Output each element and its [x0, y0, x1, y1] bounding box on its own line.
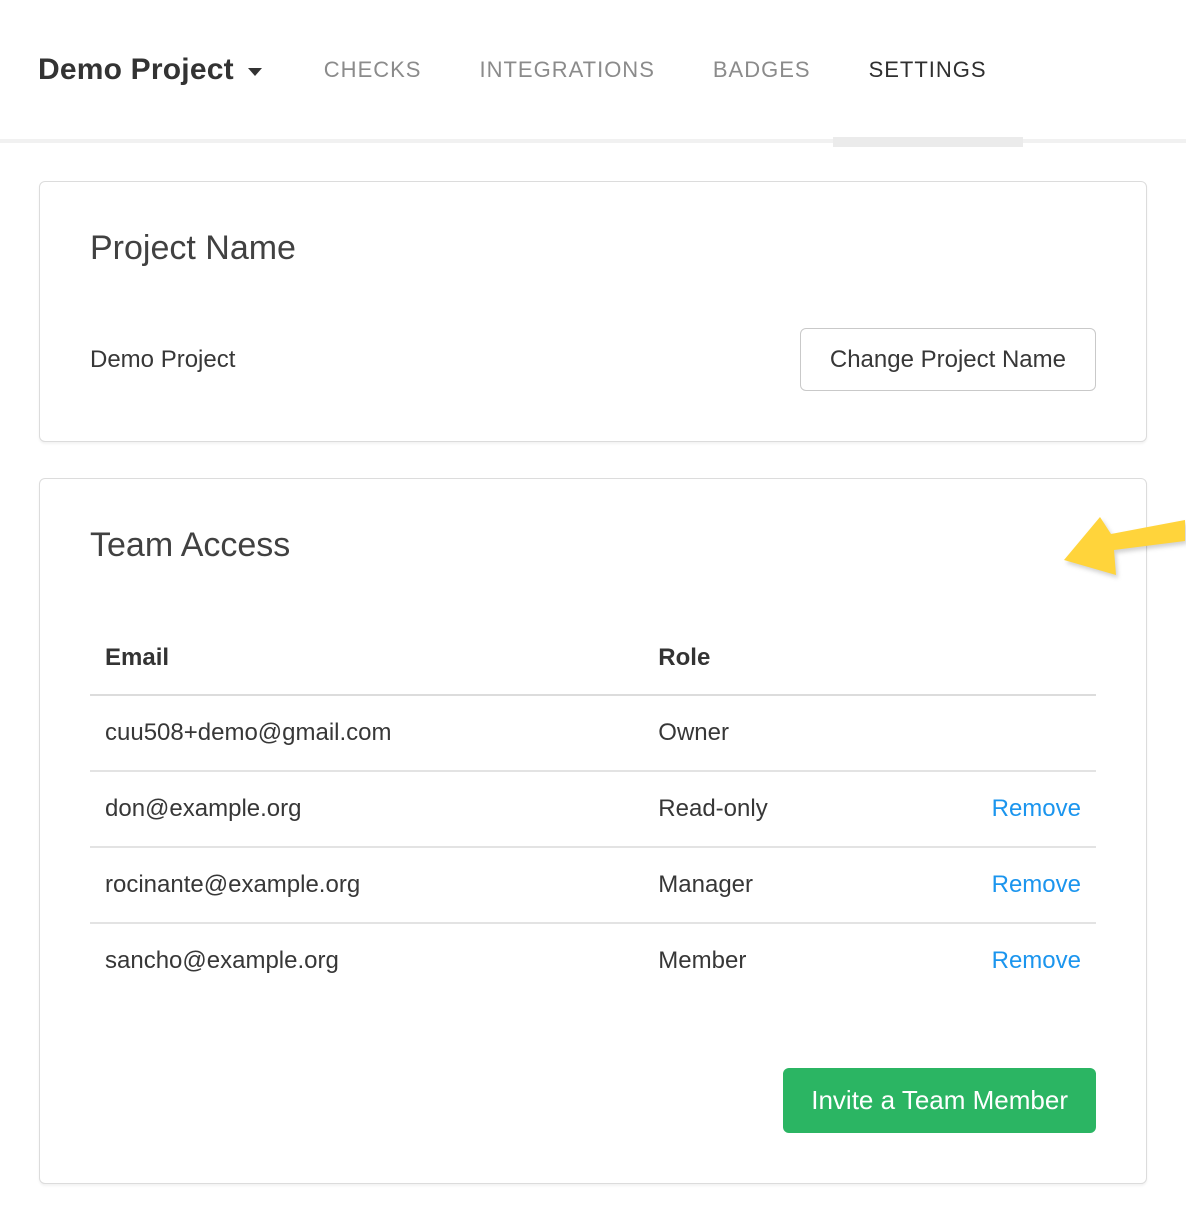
- tab-settings-label: SETTINGS: [869, 57, 987, 82]
- member-action: Remove: [925, 771, 1096, 847]
- member-action-empty: [925, 695, 1096, 771]
- project-switcher-label: Demo Project: [38, 53, 234, 87]
- invite-row: Invite a Team Member: [90, 1068, 1096, 1133]
- member-email: sancho@example.org: [90, 923, 643, 998]
- member-email: rocinante@example.org: [90, 847, 643, 923]
- team-access-table: Email Role cuu508+demo@gmail.com Owner d…: [90, 626, 1096, 998]
- remove-member-link[interactable]: Remove: [992, 871, 1081, 898]
- tab-badges[interactable]: BADGES: [713, 57, 811, 83]
- main-nav: CHECKS INTEGRATIONS BADGES SETTINGS: [324, 57, 987, 83]
- change-project-name-button[interactable]: Change Project Name: [800, 328, 1096, 391]
- remove-member-link[interactable]: Remove: [992, 947, 1081, 974]
- tab-badges-label: BADGES: [713, 57, 811, 82]
- member-action: Remove: [925, 923, 1096, 998]
- role-column-header: Role: [643, 626, 925, 695]
- member-role: Read-only: [643, 771, 925, 847]
- member-email: don@example.org: [90, 771, 643, 847]
- email-column-header: Email: [90, 626, 643, 695]
- table-row: don@example.org Read-only Remove: [90, 771, 1096, 847]
- remove-member-link[interactable]: Remove: [992, 795, 1081, 822]
- project-name-card-title: Project Name: [90, 228, 1096, 269]
- project-name-row: Demo Project Change Project Name: [90, 328, 1096, 391]
- team-access-card-title: Team Access: [90, 525, 1096, 566]
- member-role: Member: [643, 923, 925, 998]
- member-action: Remove: [925, 847, 1096, 923]
- member-role: Owner: [643, 695, 925, 771]
- project-switcher[interactable]: Demo Project: [38, 53, 262, 87]
- invite-team-member-button[interactable]: Invite a Team Member: [783, 1068, 1096, 1133]
- tab-integrations[interactable]: INTEGRATIONS: [479, 57, 654, 83]
- action-column-header: [925, 626, 1096, 695]
- project-name-card: Project Name Demo Project Change Project…: [39, 181, 1147, 442]
- table-row: rocinante@example.org Manager Remove: [90, 847, 1096, 923]
- tab-settings[interactable]: SETTINGS: [869, 57, 987, 83]
- settings-content: Project Name Demo Project Change Project…: [0, 181, 1186, 1224]
- settings-tab-indicator: [833, 137, 1023, 147]
- tab-checks-label: CHECKS: [324, 57, 422, 82]
- table-row: sancho@example.org Member Remove: [90, 923, 1096, 998]
- member-role: Manager: [643, 847, 925, 923]
- table-header-row: Email Role: [90, 626, 1096, 695]
- member-email: cuu508+demo@gmail.com: [90, 695, 643, 771]
- team-access-card: Team Access Email Role cuu508+demo@gmail…: [39, 478, 1147, 1184]
- tab-checks[interactable]: CHECKS: [324, 57, 422, 83]
- current-project-name: Demo Project: [90, 346, 235, 374]
- tab-integrations-label: INTEGRATIONS: [479, 57, 654, 82]
- table-row: cuu508+demo@gmail.com Owner: [90, 695, 1096, 771]
- caret-down-icon: [248, 68, 262, 76]
- top-nav-bar: Demo Project CHECKS INTEGRATIONS BADGES …: [0, 0, 1186, 143]
